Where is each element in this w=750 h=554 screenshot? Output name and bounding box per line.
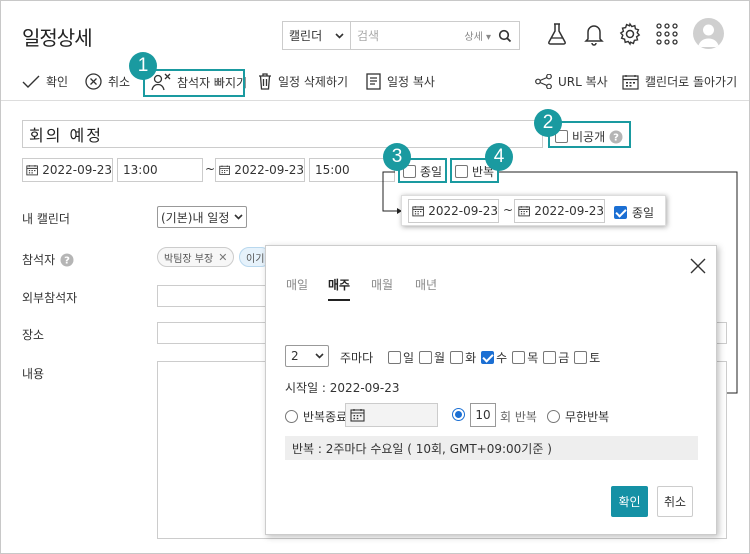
chevron-down-icon xyxy=(315,353,324,359)
attendee-name: 이기 xyxy=(246,253,265,265)
weekday-label: 수 xyxy=(496,351,508,365)
repeat-ok-button[interactable]: 확인 xyxy=(611,486,648,517)
repeat-count-value: 10 xyxy=(475,408,491,422)
weekday-checkbox[interactable] xyxy=(450,351,464,364)
interval-select[interactable]: 2 xyxy=(285,345,329,367)
end-option-infinite-label: 무한반복 xyxy=(565,410,610,424)
external-attendees-label: 외부참석자 xyxy=(22,291,78,305)
interval-unit: 주마다 xyxy=(340,351,374,365)
weekday-wed[interactable]: 수 xyxy=(481,349,507,366)
repeat-summary: 반복 : 2주마다 수요일 ( 10회, GMT+09:00기준 ) xyxy=(285,436,698,460)
chevron-down-icon xyxy=(234,214,243,220)
calendar-select[interactable]: (기본)내 일정 xyxy=(157,206,247,228)
weekday-sun[interactable]: 일 xyxy=(388,349,414,366)
close-icon[interactable] xyxy=(690,258,706,274)
event-detail-window: 일정상세 캘린더 검색 상세 ▾ 확인 취소 참석자 빠지기 일정 삭제하기 일… xyxy=(0,0,750,554)
weekday-fri[interactable]: 금 xyxy=(543,349,569,366)
tab-weekly[interactable]: 매주 xyxy=(328,276,350,293)
repeat-count-input[interactable]: 10 xyxy=(470,403,496,427)
weekday-checkbox[interactable] xyxy=(543,351,557,364)
weekday-label: 토 xyxy=(589,351,601,365)
preview-start-date-field[interactable]: 2022-09-23 xyxy=(408,199,499,223)
repeat-count-unit: 회 반복 xyxy=(500,410,537,424)
preview-allday-label: 종일 xyxy=(632,206,655,220)
active-tab-indicator xyxy=(328,299,350,301)
end-option-date-label: 반복종료 xyxy=(303,410,348,424)
end-option-count-radio[interactable] xyxy=(452,408,465,421)
end-option-date-radio[interactable] xyxy=(285,410,298,423)
end-date-picker[interactable] xyxy=(345,403,438,427)
weekday-selector: 일 월 화 수 목 금 토 xyxy=(388,349,600,366)
calendar-select-value: (기본)내 일정 xyxy=(161,210,230,225)
calendar-icon xyxy=(518,206,530,217)
preview-allday-checkbox[interactable]: 종일 xyxy=(614,204,654,221)
preview-start-date-value: 2022-09-23 xyxy=(428,204,498,218)
weekday-label: 금 xyxy=(558,351,570,365)
repeat-start-text: 시작일 : 2022-09-23 xyxy=(285,381,400,395)
repeat-cancel-button[interactable]: 취소 xyxy=(657,486,693,517)
external-attendees-input[interactable] xyxy=(157,285,267,307)
content-label: 내용 xyxy=(22,367,45,381)
weekday-thu[interactable]: 목 xyxy=(512,349,538,366)
repeat-settings-dialog: 매일 매주 매월 매년 2 주마다 일 월 화 수 목 금 토 시작일 : 20… xyxy=(265,245,717,535)
interval-value: 2 xyxy=(291,349,299,363)
attendee-tag[interactable]: 박팀장 부장 ✕ xyxy=(157,247,235,267)
end-option-infinite[interactable]: 무한반복 xyxy=(547,408,609,425)
weekday-checkbox[interactable] xyxy=(512,351,526,364)
weekday-tue[interactable]: 화 xyxy=(450,349,476,366)
help-icon[interactable]: ? xyxy=(60,253,74,267)
tab-monthly[interactable]: 매월 xyxy=(371,276,393,293)
allday-preview-panel: 2022-09-23 ~ 2022-09-23 종일 xyxy=(401,195,666,226)
tab-daily[interactable]: 매일 xyxy=(286,276,308,293)
weekday-sat[interactable]: 토 xyxy=(574,349,600,366)
weekday-checkbox[interactable] xyxy=(388,351,401,364)
weekday-label: 목 xyxy=(527,351,539,365)
weekday-label: 일 xyxy=(403,351,415,365)
attendee-name: 박팀장 부장 xyxy=(164,253,214,265)
remove-attendee-icon[interactable]: ✕ xyxy=(218,251,227,264)
weekday-checkbox[interactable] xyxy=(574,351,588,364)
end-option-count-radio-dot[interactable] xyxy=(452,408,465,421)
attendees-label-group: 참석자 ? xyxy=(22,251,74,268)
preview-end-date-value: 2022-09-23 xyxy=(534,204,604,218)
preview-range-separator: ~ xyxy=(503,203,514,217)
svg-text:?: ? xyxy=(64,255,70,266)
calendar-icon xyxy=(412,206,424,217)
weekday-checkbox[interactable] xyxy=(481,351,495,364)
calendar-label: 내 캘린더 xyxy=(22,212,70,226)
location-label: 장소 xyxy=(22,328,45,342)
weekday-checkbox[interactable] xyxy=(419,351,433,364)
calendar-icon xyxy=(350,409,365,422)
end-option-date[interactable]: 반복종료 xyxy=(285,408,347,425)
end-option-infinite-radio[interactable] xyxy=(547,410,560,423)
weekday-label: 화 xyxy=(465,351,477,365)
attendees-label: 참석자 xyxy=(22,253,56,267)
weekday-mon[interactable]: 월 xyxy=(419,349,445,366)
preview-end-date-field[interactable]: 2022-09-23 xyxy=(514,199,605,223)
preview-allday-checkbox-box[interactable] xyxy=(614,206,627,219)
weekday-label: 월 xyxy=(434,351,446,365)
tab-yearly[interactable]: 매년 xyxy=(415,276,437,293)
